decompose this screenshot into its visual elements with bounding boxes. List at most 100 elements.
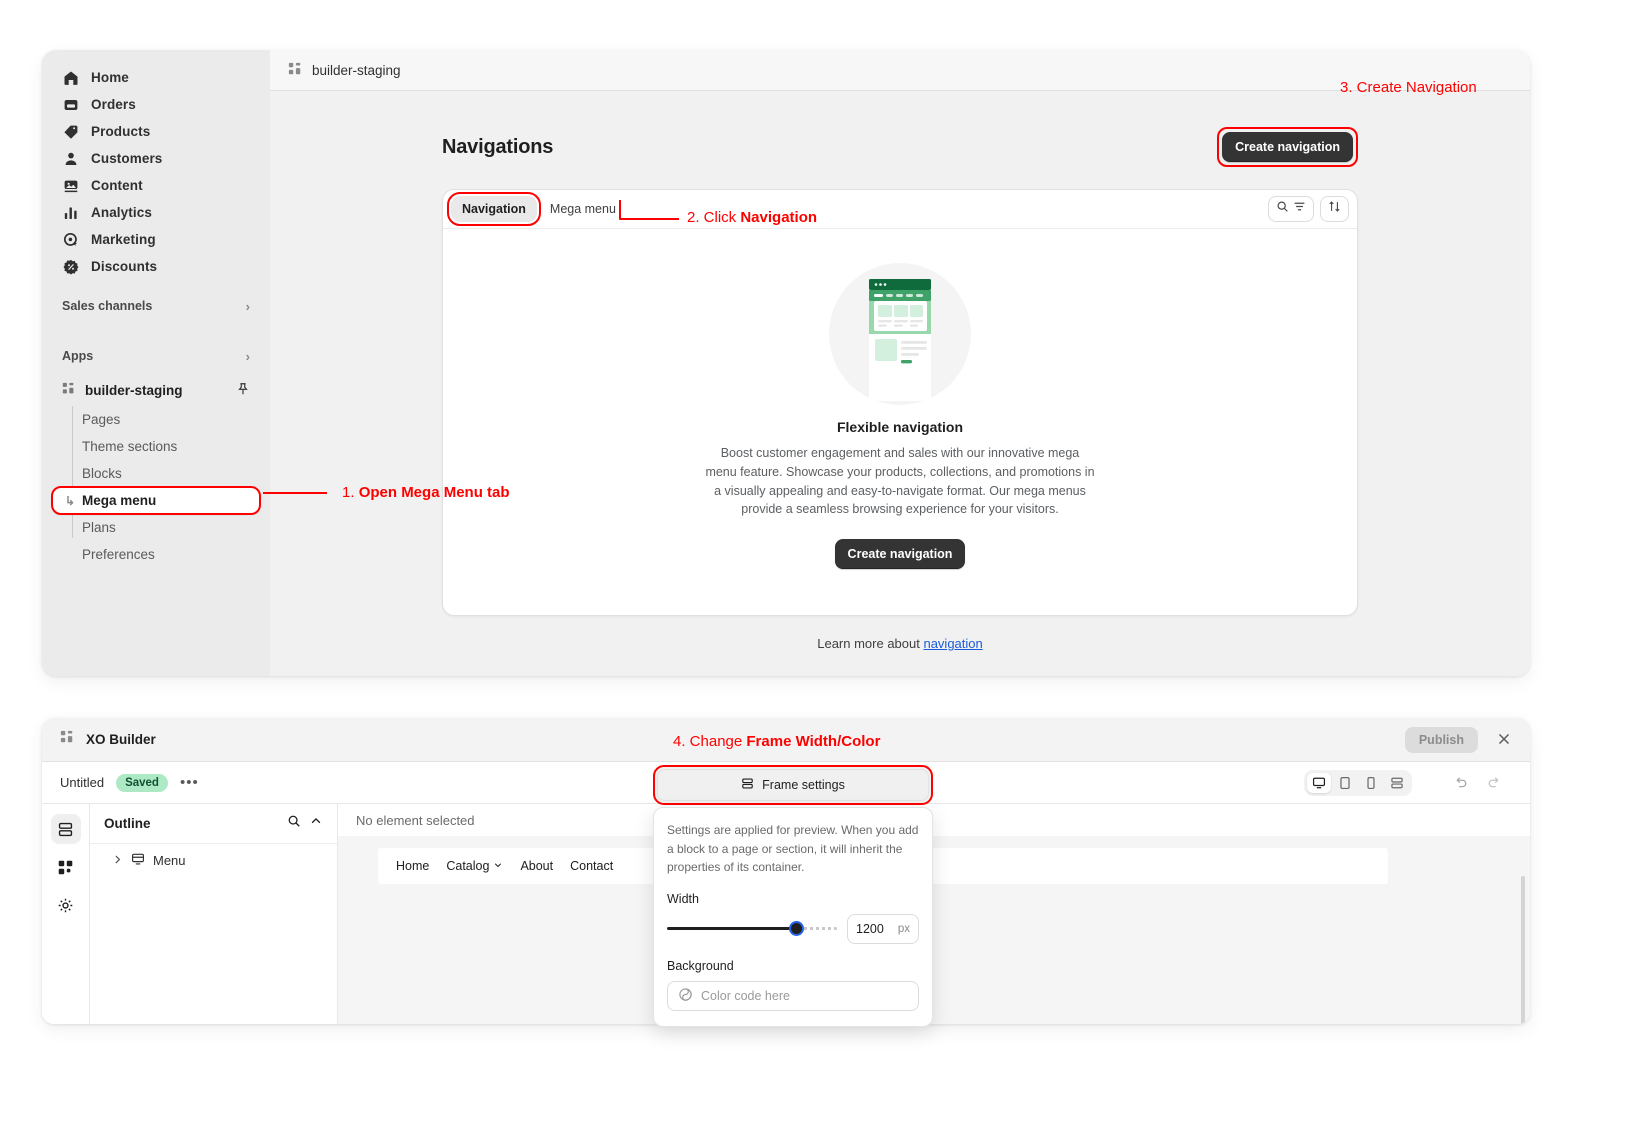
document-name[interactable]: Untitled [60,775,104,790]
products-icon [62,123,79,140]
apps-label: Apps [62,349,94,363]
annotation-step-4: 4. Change Frame Width/Color [673,733,881,750]
sub-item-label: Mega menu [82,493,157,508]
width-input[interactable]: 1200 px [847,913,919,944]
page-title: Navigations [442,135,554,158]
outline-item-menu[interactable]: Menu [90,844,337,869]
outline-item-label: Menu [153,853,186,868]
sub-item-label: Blocks [82,466,122,481]
sidebar-item-discounts[interactable]: Discounts [52,253,260,280]
mobile-icon[interactable] [1359,773,1383,793]
sidebar-section-sales-channels[interactable]: Sales channels › [52,292,260,320]
sidebar-item-content[interactable]: Content [52,172,260,199]
admin-window: Home Orders Products Customers Content A… [42,50,1530,676]
content-icon [62,177,79,194]
sidebar-item-plans[interactable]: Plans [52,514,260,541]
flexible-navigation-illustration [829,263,971,405]
tab-navigation[interactable]: Navigation [447,192,541,226]
sidebar-section-apps[interactable]: Apps › [52,342,260,370]
sidebar-item-analytics[interactable]: Analytics [52,199,260,226]
sidebar-item-marketing[interactable]: Marketing [52,226,260,253]
color-picker-icon[interactable] [678,987,693,1005]
preview-menu-item-contact[interactable]: Contact [570,859,613,873]
preview-menu-item-about[interactable]: About [520,859,553,873]
frame-settings-panel: Settings are applied for preview. When y… [653,807,933,1027]
sidebar-item-label: Customers [91,151,163,166]
content-scroll: Navigations Create navigation Navigation… [270,91,1530,676]
sub-item-label: Plans [82,520,116,535]
arrow-into-icon: ↳ [65,493,76,508]
sidebar-item-label: Orders [91,97,136,112]
rail-layers-icon[interactable] [50,814,81,844]
canvas-scrollbar[interactable] [1521,876,1525,1024]
chevron-right-icon: › [245,348,250,364]
canvas-area: Home Catalog About Contact [338,836,1530,1024]
navigation-link[interactable]: navigation [923,636,982,651]
learn-more: Learn more about navigation [442,636,1358,651]
sidebar-item-blocks[interactable]: Blocks [52,460,260,487]
card-tab-bar: Navigation Mega menu [443,190,1357,229]
background-color-input[interactable]: Color code here [667,980,919,1011]
sidebar-item-products[interactable]: Products [52,118,260,145]
publish-button[interactable]: Publish [1404,727,1478,753]
annotation-step-2: 2. Click Navigation [687,209,818,226]
width-control-row: 1200 px [667,913,919,944]
menu-block-icon [131,852,145,869]
preview-menu-item-home[interactable]: Home [396,859,429,873]
frame-settings-button[interactable]: Frame settings [657,769,929,801]
empty-state-description: Boost customer engagement and sales with… [705,446,1095,517]
empty-state-cta-wrap: Create navigation [443,539,1357,569]
width-slider-knob[interactable] [789,921,805,937]
rail-blocks-icon[interactable] [51,852,81,882]
search-filter-button[interactable] [1268,196,1314,222]
app-name-label: builder-staging [85,382,183,398]
sidebar-item-label: Content [91,178,143,193]
frame-icon[interactable] [1385,773,1409,793]
sidebar-item-pages[interactable]: Pages [52,406,260,433]
sub-item-label: Theme sections [82,439,178,454]
undo-icon[interactable] [1453,775,1468,795]
sidebar-item-label: Marketing [91,232,156,247]
tablet-icon[interactable] [1333,773,1357,793]
sidebar-item-home[interactable]: Home [52,64,260,91]
breadcrumb: builder-staging [312,62,401,78]
chevron-right-icon[interactable] [112,853,123,868]
home-icon [62,69,79,86]
empty-state: Flexible navigation Boost customer engag… [443,229,1357,615]
sidebar-item-preferences[interactable]: Preferences [52,541,260,568]
sidebar-item-customers[interactable]: Customers [52,145,260,172]
analytics-icon [62,204,79,221]
frame-settings-popover-wrap: Frame settings Settings are applied for … [653,765,933,1027]
chevron-up-icon[interactable] [309,814,323,833]
app-grid-icon [62,382,75,398]
width-slider[interactable] [667,921,837,937]
marketing-icon [62,231,79,248]
redo-icon[interactable] [1487,775,1502,795]
sidebar-app-builder-staging[interactable]: builder-staging [52,376,260,404]
tab-mega-menu[interactable]: Mega menu [539,196,627,222]
tab-tools [1268,196,1349,222]
frame-icon [741,777,754,793]
sort-button[interactable] [1320,196,1349,222]
frame-settings-description: Settings are applied for preview. When y… [667,823,919,875]
preview-menu-item-catalog[interactable]: Catalog [446,859,503,873]
close-icon[interactable] [1496,731,1512,752]
rail-settings-icon[interactable] [51,890,81,920]
sales-channels-label: Sales channels [62,299,153,313]
device-preview-switch [1304,770,1412,796]
create-navigation-button[interactable]: Create navigation [1222,132,1353,162]
desktop-icon[interactable] [1307,773,1331,793]
annotation-step-3: 3. Create Navigation [1340,79,1477,96]
pin-icon[interactable] [236,382,250,399]
empty-state-title: Flexible navigation [836,419,964,435]
width-label: Width [667,891,699,906]
annotation-step-1: 1. Open Mega Menu tab [342,484,510,501]
search-icon[interactable] [287,814,301,833]
sidebar-item-mega-menu[interactable]: ↳ Mega menu [51,486,261,515]
outline-pane: Outline Menu [90,804,338,1024]
empty-create-navigation-button[interactable]: Create navigation [834,539,966,569]
width-value: 1200 [856,921,884,936]
more-options-button[interactable]: ••• [180,774,199,791]
sidebar-item-theme-sections[interactable]: Theme sections [52,433,260,460]
sidebar-item-orders[interactable]: Orders [52,91,260,118]
